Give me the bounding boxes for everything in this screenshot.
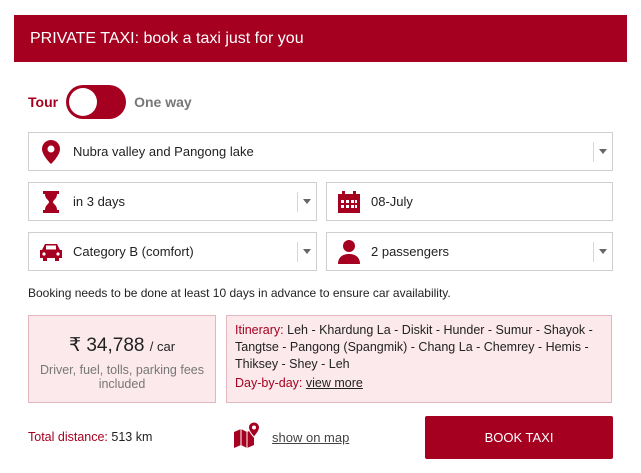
price-line: ₹ 34,788 / car (29, 334, 215, 357)
duration-select[interactable]: in 3 days (28, 182, 317, 221)
chevron-down-icon (594, 149, 612, 154)
mode-label-tour[interactable]: Tour (28, 94, 58, 110)
passengers-select[interactable]: 2 passengers (326, 232, 613, 271)
price-amount: ₹ 34,788 (68, 335, 145, 356)
total-distance: Total distance: 513 km (28, 430, 152, 444)
calendar-icon (327, 190, 371, 213)
category-value: Category B (comfort) (73, 244, 194, 259)
trip-mode-switch: Tour One way (28, 85, 192, 119)
route-select[interactable]: Nubra valley and Pangong lake (28, 132, 613, 171)
mode-label-one-way[interactable]: One way (134, 94, 192, 110)
book-taxi-button[interactable]: BOOK TAXI (425, 416, 613, 459)
price-panel: ₹ 34,788 / car Driver, fuel, tolls, park… (28, 315, 216, 403)
map-icon (232, 421, 262, 453)
route-value: Nubra valley and Pangong lake (73, 144, 254, 159)
header-title: PRIVATE TAXI: book a taxi just for you (30, 30, 304, 47)
car-icon (29, 242, 73, 262)
duration-value: in 3 days (73, 194, 126, 209)
view-more-link[interactable]: view more (306, 376, 363, 390)
date-input[interactable]: 08-July (326, 182, 613, 221)
show-on-map-link[interactable]: show on map (232, 421, 349, 453)
mode-toggle[interactable] (66, 85, 127, 119)
hourglass-icon (29, 190, 73, 213)
map-pin-icon (29, 139, 73, 164)
date-value: 08-July (371, 194, 413, 209)
total-distance-label: Total distance: (28, 430, 108, 444)
total-distance-value: 513 km (111, 430, 153, 444)
itinerary-panel: Itinerary: Leh - Khardung La - Diskit - … (226, 315, 612, 403)
chevron-down-icon (594, 249, 612, 254)
itinerary-label: Itinerary: (235, 323, 284, 337)
advance-booking-note: Booking needs to be done at least 10 day… (28, 286, 451, 300)
chevron-down-icon (298, 199, 316, 204)
price-per: / car (149, 339, 176, 354)
page-header: PRIVATE TAXI: book a taxi just for you (14, 15, 627, 62)
person-icon (327, 239, 371, 264)
passengers-value: 2 passengers (371, 244, 450, 259)
category-select[interactable]: Category B (comfort) (28, 232, 317, 271)
toggle-knob (69, 88, 98, 116)
price-includes: Driver, fuel, tolls, parking fees includ… (40, 363, 204, 391)
show-on-map-label[interactable]: show on map (272, 430, 349, 445)
daybyday-label: Day-by-day: (235, 376, 303, 390)
itinerary-route: Leh - Khardung La - Diskit - Hunder - Su… (235, 323, 593, 371)
chevron-down-icon (298, 249, 316, 254)
